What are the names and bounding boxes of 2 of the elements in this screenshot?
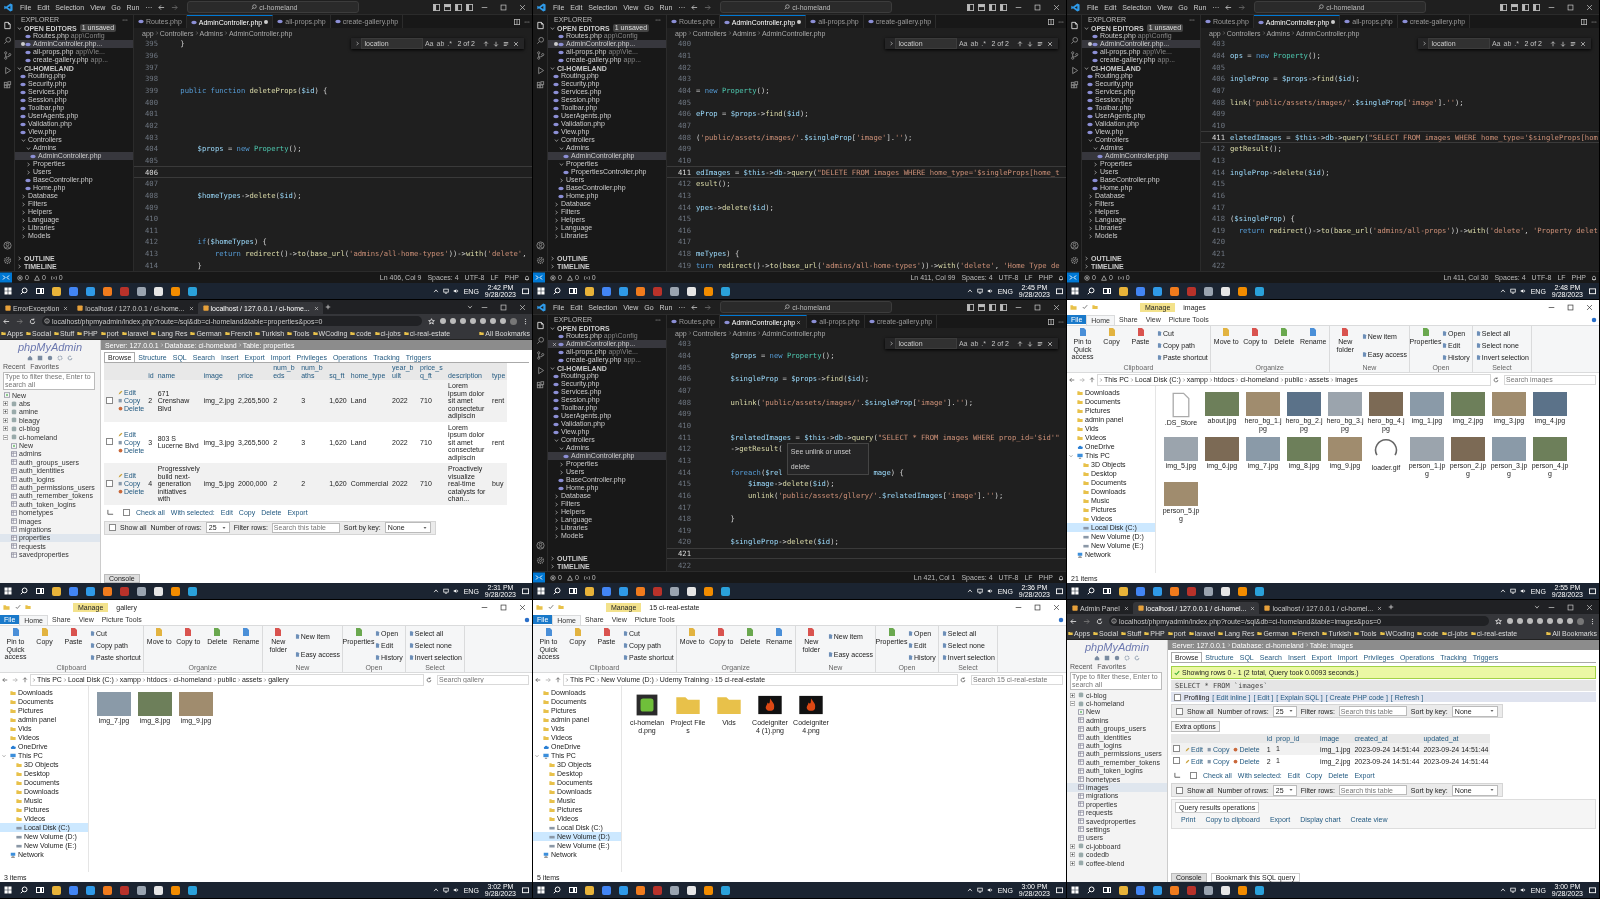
app-logo: phpMyAdmin <box>1083 640 1151 654</box>
app-logo: phpMyAdmin <box>16 340 84 354</box>
